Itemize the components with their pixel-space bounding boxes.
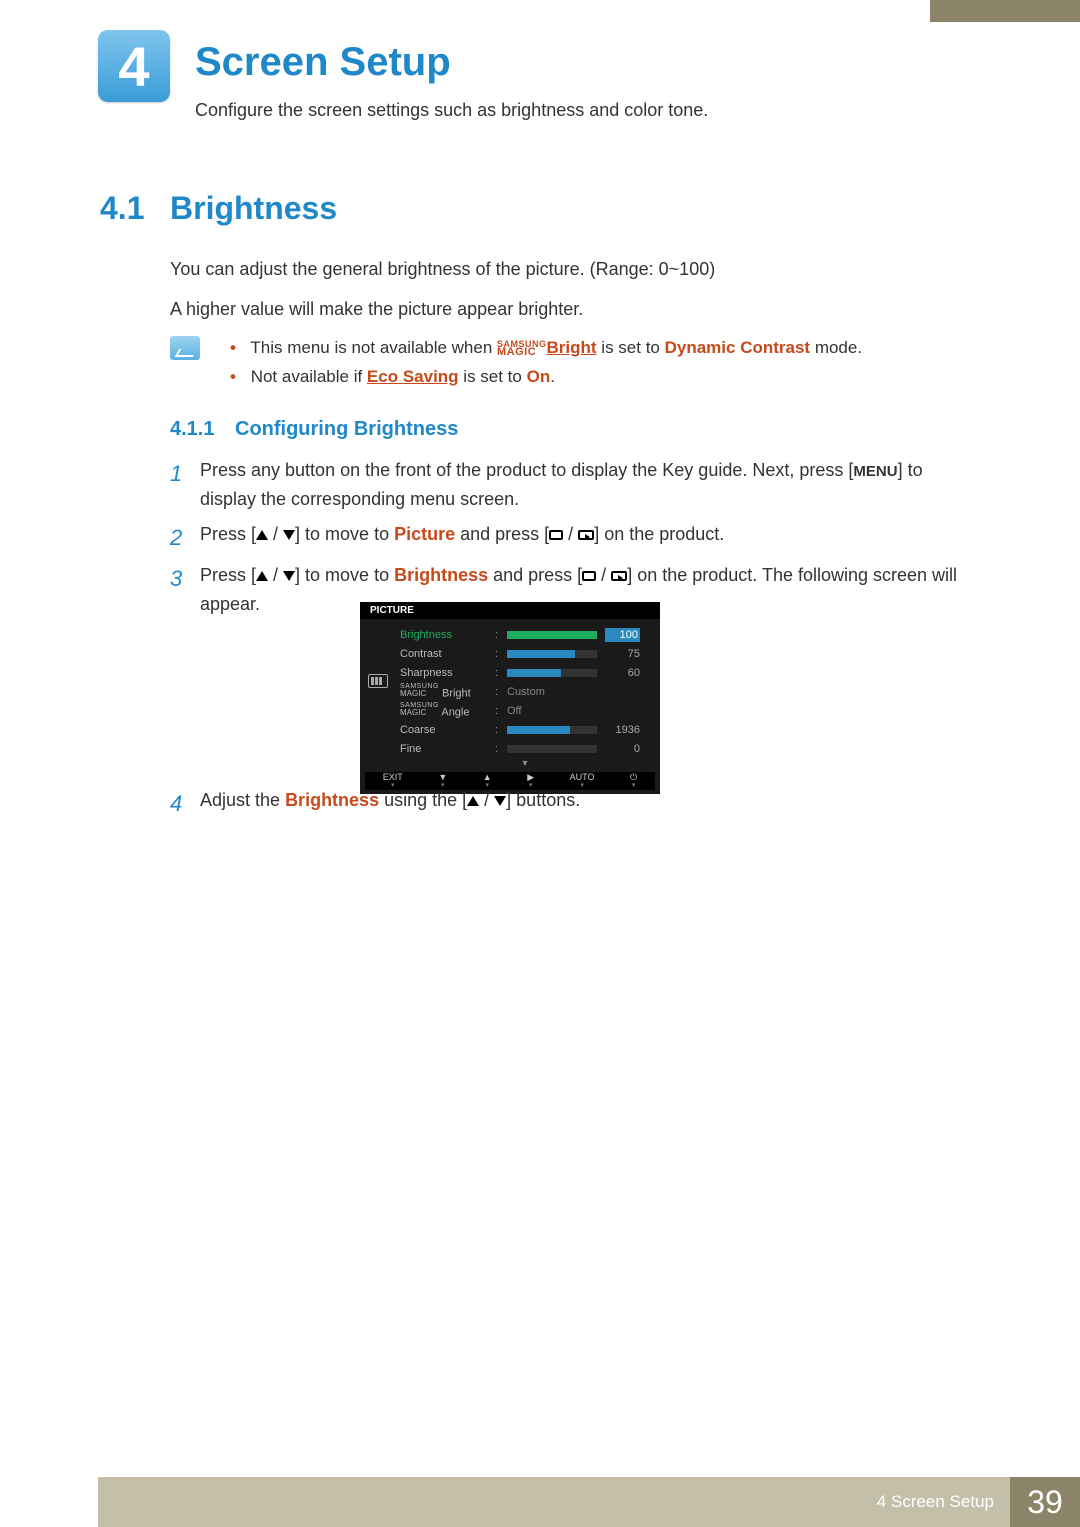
step-body: Press [ / ] to move to Picture and press… (200, 520, 975, 555)
mode-name: Dynamic Contrast (665, 338, 810, 357)
step-item: 1 Press any button on the front of the p… (170, 456, 975, 514)
note-text: mode. (810, 338, 862, 357)
subsection-number: 4.1.1 (170, 418, 214, 441)
section-paragraph: You can adjust the general brightness of… (170, 256, 975, 283)
menu-button-label: MENU (853, 463, 897, 480)
step-item: 4 Adjust the Brightness using the [ / ] … (170, 786, 975, 821)
osd-row: SAMSUNGMAGIC Bright:Custom (400, 682, 650, 701)
chapter-title: Screen Setup (195, 40, 451, 85)
osd-row: Fine:0 (400, 739, 650, 758)
subsection-title: Configuring Brightness (235, 418, 458, 441)
enter-icon (578, 530, 594, 540)
step-body: Adjust the Brightness using the [ / ] bu… (200, 786, 975, 821)
enter-icon (611, 571, 627, 581)
step-number: 4 (170, 786, 200, 821)
down-icon (283, 530, 295, 540)
page-number: 39 (1010, 1477, 1080, 1527)
scroll-down-icon: ▼ (400, 758, 650, 768)
magic-bright-link[interactable]: Bright (547, 338, 597, 357)
footer-breadcrumb: 4 Screen Setup (98, 1477, 1010, 1527)
section-paragraph: A higher value will make the picture app… (170, 296, 975, 323)
osd-row: Brightness:100 (400, 625, 650, 644)
step-number: 1 (170, 456, 200, 514)
section-number: 4.1 (100, 190, 144, 227)
bullet-icon: • (230, 338, 246, 357)
osd-screenshot: PICTURE Brightness:100Contrast:75Sharpne… (360, 602, 660, 794)
note-item: • This menu is not available when SAMSUN… (230, 334, 975, 363)
menu-target: Picture (394, 524, 455, 544)
note-list: • This menu is not available when SAMSUN… (230, 334, 975, 392)
step-number: 3 (170, 561, 200, 619)
source-icon (549, 530, 563, 540)
menu-target: Brightness (285, 790, 379, 810)
note-text: . (550, 367, 555, 386)
note-icon (170, 336, 200, 360)
section-title: Brightness (170, 190, 337, 227)
chapter-number-badge: 4 (98, 30, 170, 102)
up-icon (467, 796, 479, 806)
note-text: is set to (459, 367, 527, 386)
chapter-intro: Configure the screen settings such as br… (195, 100, 708, 121)
osd-row: Coarse:1936 (400, 720, 650, 739)
step-body: Press any button on the front of the pro… (200, 456, 975, 514)
picture-category-icon (368, 674, 388, 688)
osd-row: SAMSUNGMAGIC Angle:Off (400, 701, 650, 720)
samsung-magic-label: SAMSUNGMAGIC (497, 340, 547, 358)
steps-list-cont: 4 Adjust the Brightness using the [ / ] … (170, 786, 975, 827)
osd-row: Contrast:75 (400, 644, 650, 663)
header-stripe (930, 0, 1080, 22)
on-value: On (527, 367, 551, 386)
step-number: 2 (170, 520, 200, 555)
note-item: • Not available if Eco Saving is set to … (230, 363, 975, 392)
down-icon (283, 571, 295, 581)
menu-target: Brightness (394, 565, 488, 585)
osd-title: PICTURE (360, 602, 660, 619)
down-icon (494, 796, 506, 806)
note-text: Not available if (251, 367, 367, 386)
source-icon (582, 571, 596, 581)
step-item: 2 Press [ / ] to move to Picture and pre… (170, 520, 975, 555)
note-text: is set to (597, 338, 665, 357)
note-text: This menu is not available when (250, 338, 497, 357)
up-icon (256, 571, 268, 581)
bullet-icon: • (230, 367, 246, 386)
steps-list: 1 Press any button on the front of the p… (170, 456, 975, 624)
osd-row: Sharpness:60 (400, 663, 650, 682)
up-icon (256, 530, 268, 540)
eco-saving-link[interactable]: Eco Saving (367, 367, 459, 386)
page-footer: 4 Screen Setup 39 (0, 1477, 1080, 1527)
